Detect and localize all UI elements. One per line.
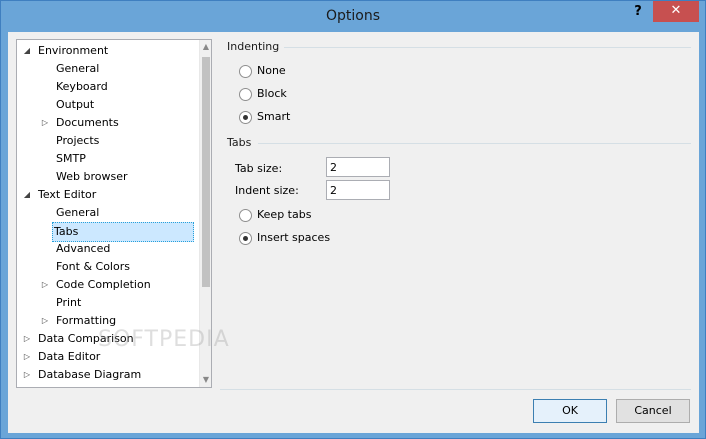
tree-item-output[interactable]: Output [54, 96, 96, 114]
tree-item-projects[interactable]: Projects [54, 132, 101, 150]
tree-item-web-browser[interactable]: Web browser [54, 168, 130, 186]
tree-item-tabs[interactable]: Tabs [52, 222, 194, 242]
tree-item-font-colors[interactable]: Font & Colors [54, 258, 132, 276]
footer-divider [220, 389, 691, 390]
window-title: Options [325, 8, 381, 24]
tab-size-input[interactable] [326, 157, 390, 177]
indent-size-input[interactable] [326, 180, 390, 200]
scroll-up-arrow-icon[interactable]: ▲ [200, 40, 211, 54]
ok-button[interactable]: OK [533, 399, 607, 423]
indenting-divider [284, 47, 691, 48]
expand-arrow-icon[interactable]: ▷ [40, 312, 50, 330]
dialog-client-area: ◢ Environment General Keyboard Output ▷ … [8, 32, 699, 433]
indent-size-label: Indent size: [235, 184, 299, 197]
tabs-group-label: Tabs [227, 136, 252, 149]
expand-arrow-icon[interactable]: ▷ [40, 114, 50, 132]
scroll-down-arrow-icon[interactable]: ▼ [200, 373, 211, 387]
expand-arrow-icon[interactable]: ▷ [40, 276, 50, 294]
options-tree[interactable]: ◢ Environment General Keyboard Output ▷ … [16, 39, 212, 388]
tree-item-general[interactable]: General [54, 204, 101, 222]
expand-arrow-icon[interactable]: ▷ [22, 330, 32, 348]
options-window: Options ? ✕ ◢ Environment General Keyboa… [0, 0, 706, 439]
tabs-divider [258, 143, 691, 144]
radio-button[interactable] [239, 209, 252, 222]
tree-item-advanced[interactable]: Advanced [54, 240, 112, 258]
close-button[interactable]: ✕ [653, 1, 699, 22]
tree-item-general[interactable]: General [54, 60, 101, 78]
tab-size-label: Tab size: [235, 162, 283, 175]
help-button[interactable]: ? [627, 1, 649, 23]
radio-button[interactable] [239, 111, 252, 124]
collapse-arrow-icon[interactable]: ◢ [22, 42, 32, 60]
tree-item-print[interactable]: Print [54, 294, 83, 312]
indenting-group-label: Indenting [227, 40, 280, 53]
tree-scrollbar[interactable]: ▲ ▼ [199, 40, 211, 387]
tree-item-smtp[interactable]: SMTP [54, 150, 88, 168]
radio-button[interactable] [239, 65, 252, 78]
scrollbar-thumb[interactable] [202, 57, 210, 287]
radio-button[interactable] [239, 232, 252, 245]
radio-button[interactable] [239, 88, 252, 101]
expand-arrow-icon[interactable]: ▷ [22, 348, 32, 366]
collapse-arrow-icon[interactable]: ◢ [22, 186, 32, 204]
expand-arrow-icon[interactable]: ▷ [22, 366, 32, 384]
tree-item-keyboard[interactable]: Keyboard [54, 78, 110, 96]
cancel-button[interactable]: Cancel [616, 399, 690, 423]
